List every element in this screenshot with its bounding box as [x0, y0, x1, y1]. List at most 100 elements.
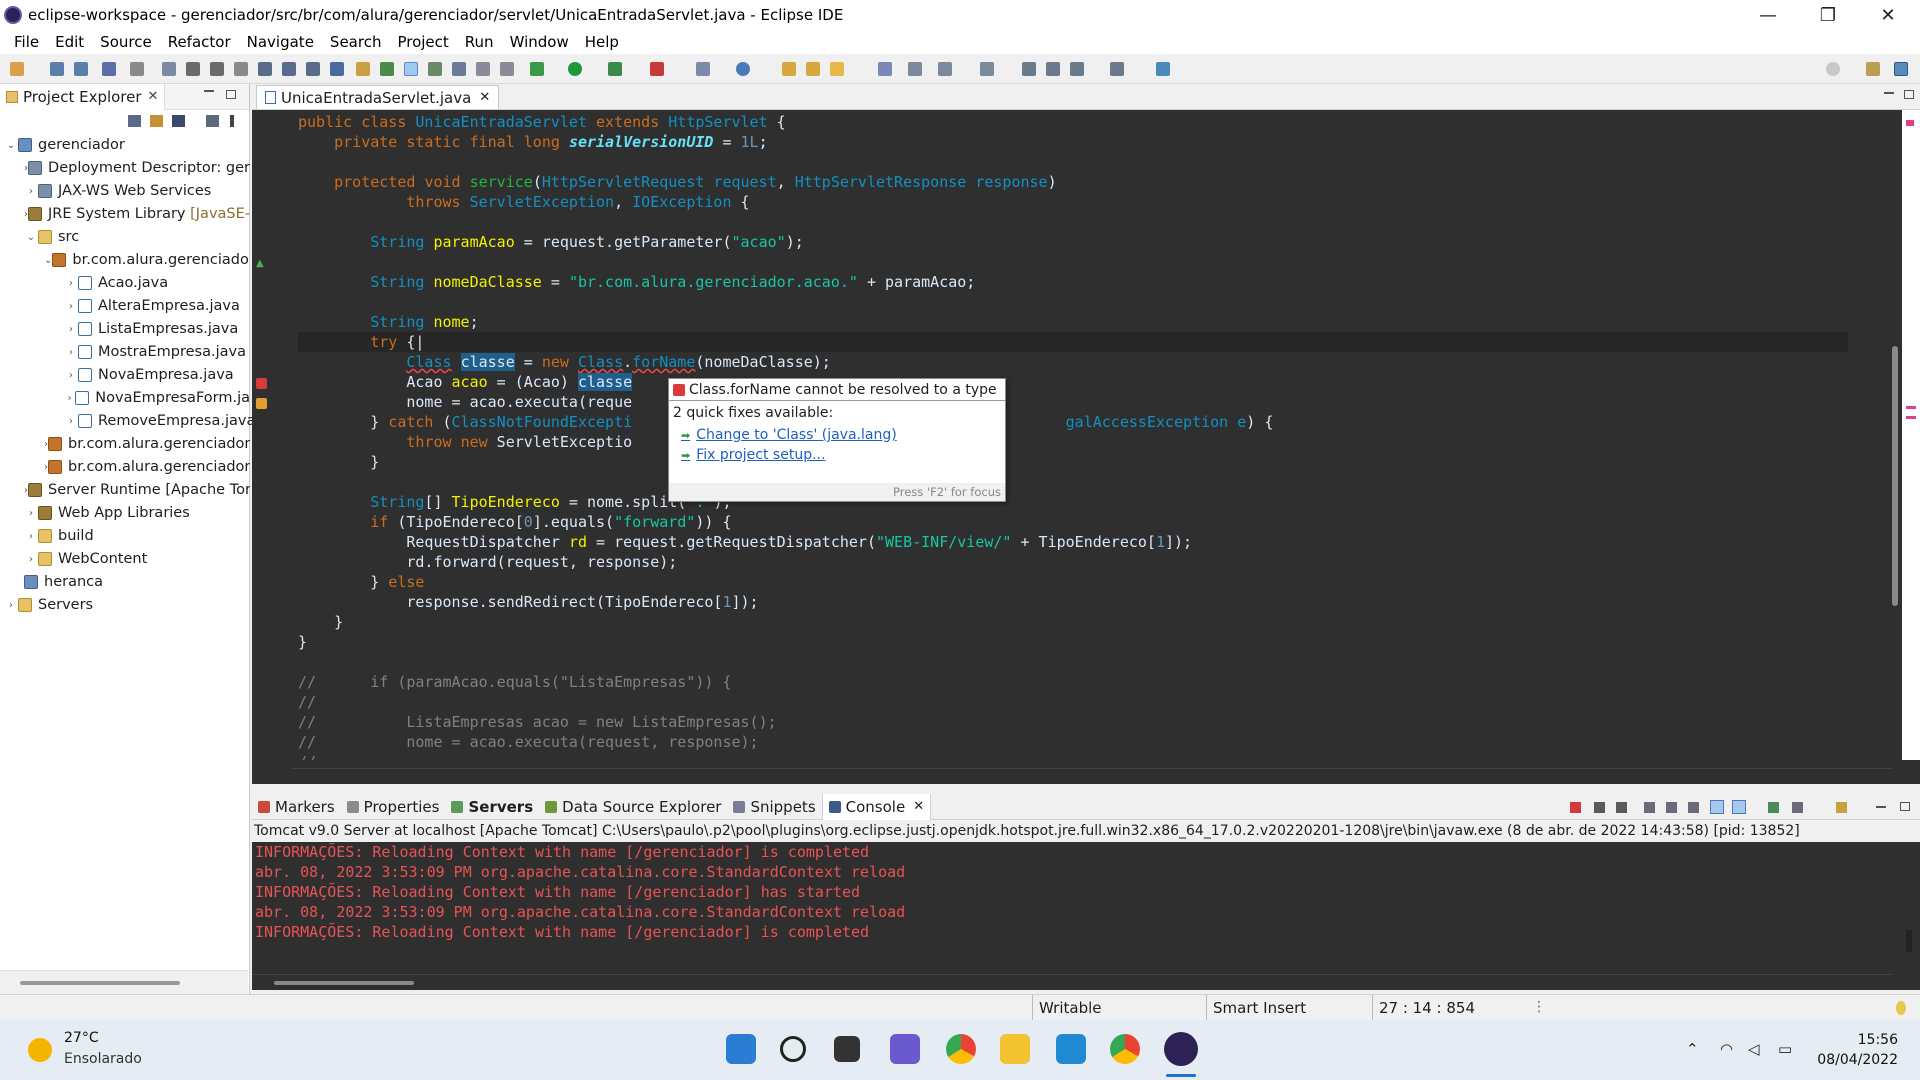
minimize-button[interactable]: —: [1740, 0, 1796, 30]
tree-item-package[interactable]: › br.com.alura.gerenciador: [44, 433, 250, 455]
maximize-button[interactable]: ❐: [1800, 0, 1856, 30]
view-menu-icon[interactable]: [230, 115, 234, 127]
tree-item-build[interactable]: › build: [24, 525, 94, 547]
close-icon[interactable]: ✕: [148, 89, 159, 104]
external-tools-icon[interactable]: [650, 62, 664, 76]
start-icon[interactable]: [726, 1034, 756, 1064]
code-editor[interactable]: 16 17 18 19 20 21 22 23 24 25 26 27 28 2…: [292, 110, 1892, 760]
tree-item-jre-library[interactable]: › JRE System Library [JavaSE-: [24, 203, 250, 225]
expand-arrow-icon[interactable]: ›: [24, 186, 38, 197]
tree-item-jaxws[interactable]: › JAX-WS Web Services: [24, 180, 211, 202]
chevron-up-icon[interactable]: ⌃: [1686, 1040, 1699, 1058]
prev-annotation-icon[interactable]: [980, 62, 994, 76]
maximize-view-icon[interactable]: [226, 90, 236, 99]
chrome-profile-icon[interactable]: [1110, 1034, 1140, 1064]
menu-run[interactable]: Run: [457, 33, 502, 51]
open-file-icon[interactable]: [806, 62, 820, 76]
file-explorer-icon[interactable]: [1000, 1034, 1030, 1064]
battery-icon[interactable]: ▭: [1778, 1040, 1792, 1058]
expand-arrow-icon[interactable]: ›: [64, 278, 78, 289]
tree-item-java-file[interactable]: › AlteraEmpresa.java: [64, 295, 240, 317]
edit-icon[interactable]: [428, 62, 442, 76]
close-icon[interactable]: ✕: [913, 799, 924, 814]
explorer-hscroll[interactable]: [0, 970, 248, 994]
terminate-console-icon[interactable]: [1570, 802, 1581, 813]
word-wrap-icon[interactable]: [1688, 802, 1699, 813]
pen-icon[interactable]: [830, 62, 844, 76]
java-ee-perspective-icon[interactable]: [1894, 62, 1908, 76]
clear-console-icon[interactable]: [1644, 802, 1655, 813]
terminal-icon[interactable]: [102, 62, 116, 76]
chrome-icon[interactable]: [946, 1034, 976, 1064]
step-into-icon[interactable]: [258, 62, 272, 76]
minimize-editor-icon[interactable]: [1884, 92, 1894, 94]
warning-marker-icon[interactable]: [256, 398, 267, 409]
console-hscroll[interactable]: [252, 974, 1892, 990]
tree-item-gerenciador[interactable]: ⌄ gerenciador: [4, 134, 125, 156]
tree-item-server-runtime[interactable]: › Server Runtime [Apache Tor: [24, 479, 250, 501]
step-over-icon[interactable]: [282, 62, 296, 76]
tree-item-java-file[interactable]: › MostraEmpresa.java: [64, 341, 246, 363]
back-icon[interactable]: [1022, 62, 1036, 76]
search-icon[interactable]: [1826, 62, 1840, 76]
weather-condition[interactable]: Ensolarado: [64, 1051, 142, 1067]
system-clock[interactable]: 15:56 08/04/2022: [1817, 1030, 1898, 1070]
weather-temperature[interactable]: 27°C: [64, 1030, 99, 1046]
expand-arrow-icon[interactable]: ›: [64, 416, 78, 427]
tree-item-web-app-libraries[interactable]: › Web App Libraries: [24, 502, 190, 524]
search-toolbar-icon[interactable]: [878, 62, 892, 76]
block-select-icon[interactable]: [452, 62, 466, 76]
expand-arrow-icon[interactable]: ›: [64, 370, 78, 381]
expand-arrow-icon[interactable]: ›: [24, 531, 38, 542]
menu-window[interactable]: Window: [502, 33, 577, 51]
task-view-icon[interactable]: [834, 1036, 860, 1062]
show-on-error-icon[interactable]: [1732, 800, 1746, 814]
expand-arrow-icon[interactable]: ›: [24, 554, 38, 565]
remove-launch-icon[interactable]: [1594, 802, 1605, 813]
console-scroll-thumb[interactable]: [1906, 930, 1912, 952]
search-taskbar-icon[interactable]: [780, 1036, 806, 1062]
expand-arrow-icon[interactable]: ›: [4, 600, 18, 611]
skip-breakpoints-icon[interactable]: [130, 62, 144, 76]
expand-arrow-icon[interactable]: ⌄: [4, 140, 18, 151]
close-icon[interactable]: ✕: [479, 90, 490, 105]
editor-vscroll[interactable]: [1890, 110, 1900, 760]
web-browser-icon[interactable]: [736, 62, 750, 76]
open-task-icon[interactable]: [330, 62, 344, 76]
error-marker-icon[interactable]: [256, 378, 267, 389]
tab-markers[interactable]: Markers: [252, 794, 341, 820]
menu-file[interactable]: File: [6, 33, 47, 51]
nav-forward-icon[interactable]: [1110, 62, 1124, 76]
close-window-button[interactable]: ✕: [1860, 0, 1916, 30]
menu-project[interactable]: Project: [389, 33, 456, 51]
tree-item-package[interactable]: ⌄ br.com.alura.gerenciador: [44, 249, 250, 271]
teams-chat-icon[interactable]: [890, 1034, 920, 1064]
run-icon[interactable]: [568, 62, 582, 76]
status-menu-icon[interactable]: ⋮: [1532, 999, 1546, 1015]
pin-console-icon[interactable]: [1768, 802, 1779, 813]
quick-fix-label[interactable]: Change to 'Class' (java.lang): [696, 427, 896, 443]
whitespace-icon[interactable]: [476, 62, 490, 76]
maximize-editor-icon[interactable]: [1904, 90, 1914, 99]
remove-all-icon[interactable]: [1616, 802, 1627, 813]
step-return-icon[interactable]: [306, 62, 320, 76]
expand-arrow-icon[interactable]: ›: [64, 393, 75, 404]
coverage-icon[interactable]: [608, 62, 622, 76]
open-perspective-icon[interactable]: [1866, 62, 1880, 76]
tree-item-package[interactable]: › br.com.alura.gerenciador: [44, 456, 250, 478]
suspend-icon[interactable]: [186, 62, 200, 76]
save-icon[interactable]: [50, 62, 64, 76]
editor-hscroll[interactable]: [292, 768, 1892, 784]
tree-item-heranca[interactable]: heranca: [10, 571, 103, 593]
new-icon[interactable]: [10, 62, 24, 76]
nav-back-icon[interactable]: [1070, 62, 1084, 76]
show-on-output-icon[interactable]: [1710, 800, 1724, 814]
scroll-thumb[interactable]: [1892, 346, 1898, 606]
tab-console[interactable]: Console ✕: [821, 793, 932, 820]
quick-fix-label[interactable]: Fix project setup...: [696, 447, 825, 463]
open-folder-icon[interactable]: [782, 62, 796, 76]
expand-arrow-icon[interactable]: ›: [24, 508, 38, 519]
vscode-icon[interactable]: [1056, 1034, 1086, 1064]
sun-icon[interactable]: [28, 1038, 52, 1062]
menu-search[interactable]: Search: [322, 33, 390, 51]
